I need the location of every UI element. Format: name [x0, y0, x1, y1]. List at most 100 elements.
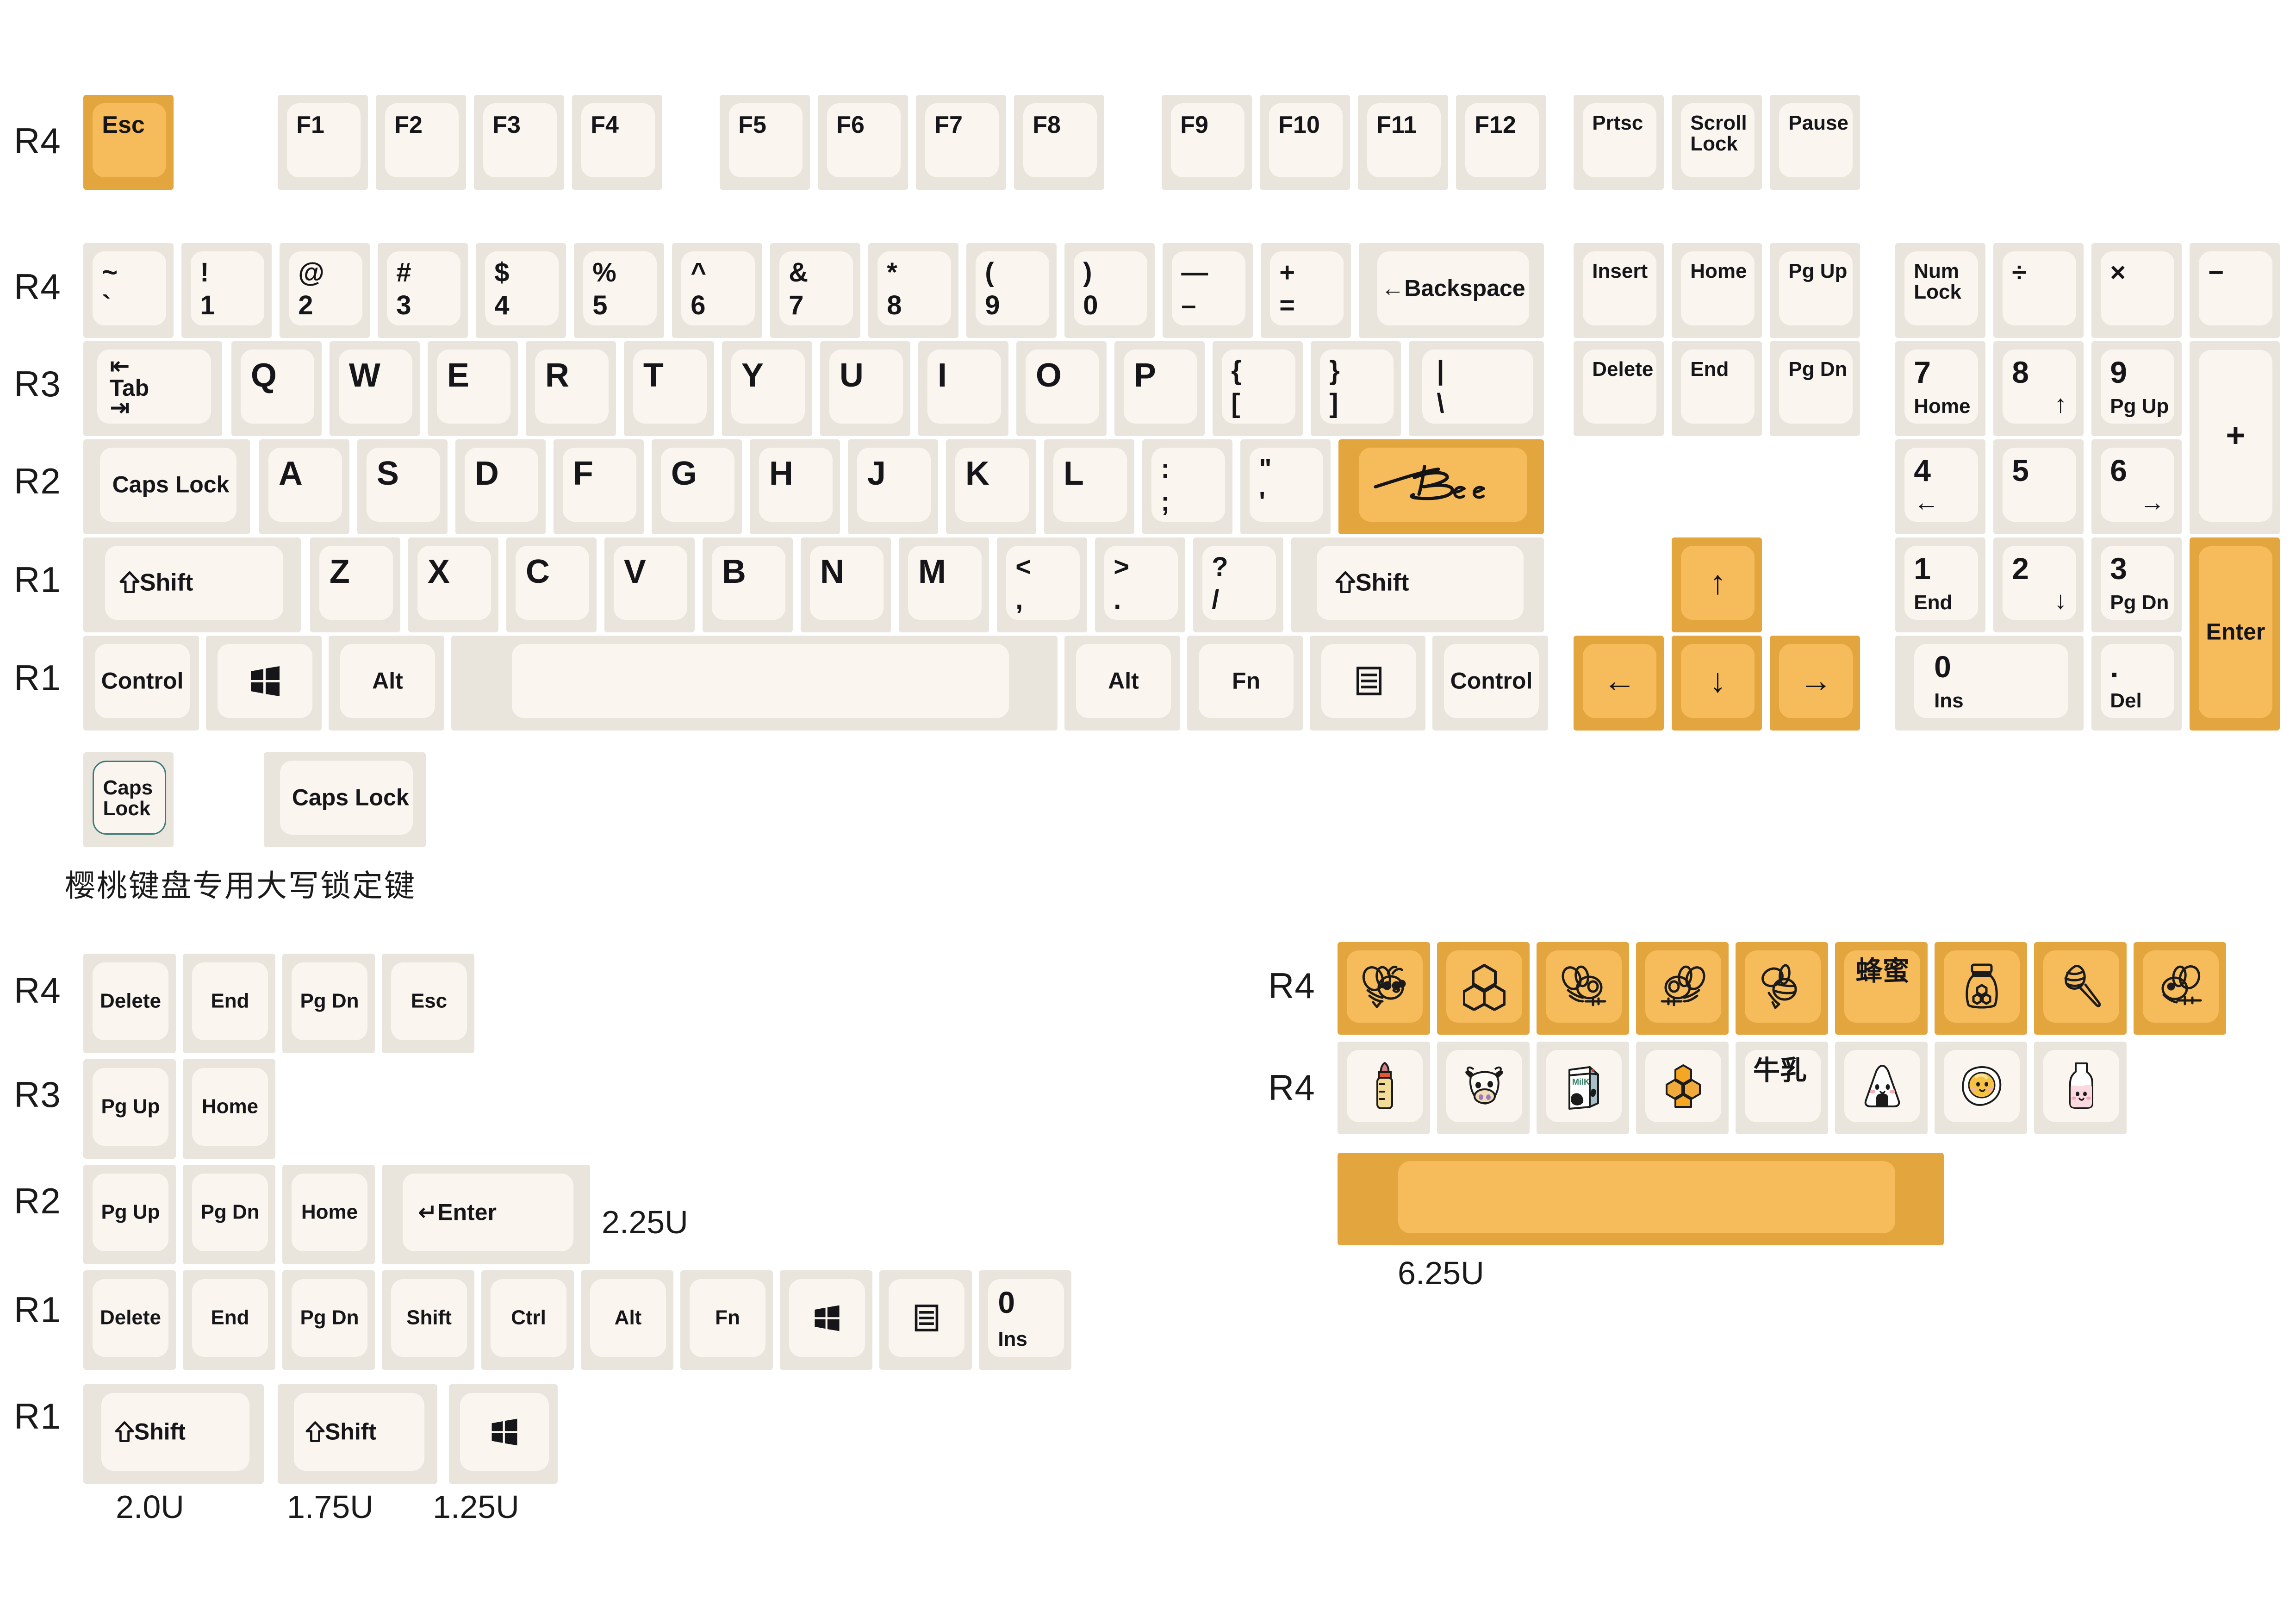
key-numpad-1[interactable]: 1 End	[1895, 537, 1985, 632]
key-insert[interactable]: Insert	[1574, 243, 1664, 338]
key-control-right[interactable]: Control	[1432, 636, 1548, 731]
key-numpad-9[interactable]: 9 Pg Up	[2091, 341, 2182, 436]
key-end[interactable]: End	[1672, 341, 1762, 436]
key-f3[interactable]: F3	[474, 95, 564, 190]
key-f8[interactable]: F8	[1014, 95, 1104, 190]
novelty-milk-carton[interactable]: MilK	[1537, 1042, 1629, 1134]
key-3[interactable]: #3	[378, 243, 468, 338]
key-numpad-minus[interactable]: −	[2190, 243, 2280, 338]
extra-key-delete-r1[interactable]: Delete	[83, 1270, 176, 1370]
novelty-fried-egg[interactable]	[1935, 1042, 2027, 1134]
extra-key-win-r1[interactable]	[780, 1270, 872, 1370]
key-menu[interactable]	[1310, 636, 1425, 731]
key-arrow-down[interactable]: ↓	[1672, 636, 1762, 731]
key-backslash[interactable]: | \	[1409, 341, 1544, 436]
key-l[interactable]: L	[1044, 439, 1134, 534]
extra-key-end-r1[interactable]: End	[183, 1270, 275, 1370]
key-w[interactable]: W	[330, 341, 420, 436]
key-win-left[interactable]	[206, 636, 322, 731]
key-scroll-lock[interactable]: Scroll Lock	[1672, 95, 1762, 190]
extra-key-pgdn[interactable]: Pg Dn	[282, 954, 375, 1053]
key-n[interactable]: N	[801, 537, 891, 632]
key-bracket-left[interactable]: {[	[1213, 341, 1303, 436]
key-numpad-plus[interactable]: +	[2190, 341, 2280, 534]
key-c[interactable]: C	[506, 537, 597, 632]
key-r[interactable]: R	[526, 341, 616, 436]
key-m[interactable]: M	[899, 537, 989, 632]
extra-key-pgdn-r2[interactable]: Pg Dn	[183, 1165, 275, 1264]
extra-key-win-125u[interactable]	[449, 1384, 558, 1484]
key-numpad-0[interactable]: 0 Ins	[1895, 636, 2084, 731]
extra-key-enter-225u[interactable]: ↵Enter	[382, 1165, 590, 1264]
key-f9[interactable]: F9	[1162, 95, 1252, 190]
key-pgup[interactable]: Pg Up	[1770, 243, 1860, 338]
extra-key-pgup-r2[interactable]: Pg Up	[83, 1165, 176, 1264]
key-minus[interactable]: — –	[1163, 243, 1253, 338]
key-j[interactable]: J	[848, 439, 938, 534]
extra-key-pgup-r3[interactable]: Pg Up	[83, 1059, 176, 1159]
key-4[interactable]: $4	[476, 243, 566, 338]
key-arrow-up[interactable]: ↑	[1672, 537, 1762, 632]
extra-key-pgdn-r1[interactable]: Pg Dn	[282, 1270, 375, 1370]
key-equal[interactable]: + =	[1261, 243, 1351, 338]
key-h[interactable]: H	[750, 439, 840, 534]
key-g[interactable]: G	[652, 439, 742, 534]
key-x[interactable]: X	[408, 537, 498, 632]
novelty-honey-dipper[interactable]	[2034, 942, 2127, 1035]
novelty-cow-face[interactable]	[1437, 1042, 1530, 1134]
extra-key-fn-r1[interactable]: Fn	[680, 1270, 773, 1370]
key-backspace[interactable]: ←Backspace	[1359, 243, 1544, 338]
key-t[interactable]: T	[624, 341, 714, 436]
extra-key-home-r3[interactable]: Home	[183, 1059, 275, 1159]
extra-key-delete[interactable]: Delete	[83, 954, 176, 1053]
key-esc[interactable]: Esc	[83, 95, 174, 190]
key-fn[interactable]: Fn	[1187, 636, 1303, 731]
key-numpad-2[interactable]: 2 ↓	[1993, 537, 2084, 632]
key-numpad-7[interactable]: 7 Home	[1895, 341, 1985, 436]
key-caps-variant-wide[interactable]: Caps Lock	[264, 752, 426, 847]
key-p[interactable]: P	[1114, 341, 1205, 436]
key-6[interactable]: ^ 6	[672, 243, 762, 338]
extra-key-end[interactable]: End	[183, 954, 275, 1053]
key-k[interactable]: K	[946, 439, 1036, 534]
key-pgdn[interactable]: Pg Dn	[1770, 341, 1860, 436]
key-z[interactable]: Z	[310, 537, 400, 632]
novelty-bee-wings[interactable]	[2134, 942, 2226, 1035]
key-numpad-multiply[interactable]: ×	[2091, 243, 2182, 338]
key-numpad-divide[interactable]: ÷	[1993, 243, 2084, 338]
key-9[interactable]: (9	[966, 243, 1057, 338]
key-enter-bee[interactable]: Bee	[1338, 439, 1544, 534]
key-a[interactable]: A	[259, 439, 349, 534]
key-semicolon[interactable]: :;	[1142, 439, 1232, 534]
key-alt-right[interactable]: Alt	[1064, 636, 1180, 731]
key-1[interactable]: ! 1	[181, 243, 272, 338]
key-5[interactable]: % 5	[574, 243, 664, 338]
key-f11[interactable]: F11	[1358, 95, 1448, 190]
extra-key-ctrl-r1[interactable]: Ctrl	[481, 1270, 574, 1370]
key-period[interactable]: >.	[1095, 537, 1185, 632]
key-i[interactable]: I	[918, 341, 1008, 436]
key-q[interactable]: Q	[231, 341, 322, 436]
key-f[interactable]: F	[554, 439, 644, 534]
key-s[interactable]: S	[357, 439, 448, 534]
novelty-bee-flying-right[interactable]	[1636, 942, 1729, 1035]
key-caps-variant-outlined[interactable]: Caps Lock	[83, 752, 174, 847]
extra-key-home-r2[interactable]: Home	[282, 1165, 375, 1264]
key-backtick[interactable]: ~ `	[83, 243, 174, 338]
key-f6[interactable]: F6	[818, 95, 908, 190]
novelty-honey-cn[interactable]: 蜂蜜	[1835, 942, 1928, 1035]
key-f2[interactable]: F2	[376, 95, 466, 190]
key-control-left[interactable]: Control	[83, 636, 199, 731]
key-home[interactable]: Home	[1672, 243, 1762, 338]
key-u[interactable]: U	[820, 341, 910, 436]
key-alt-left[interactable]: Alt	[329, 636, 444, 731]
key-f10[interactable]: F10	[1260, 95, 1350, 190]
novelty-milk-cn[interactable]: 牛乳	[1736, 1042, 1828, 1134]
key-pause[interactable]: Pause	[1770, 95, 1860, 190]
key-numpad-decimal[interactable]: . Del	[2091, 636, 2182, 731]
key-quote[interactable]: " '	[1240, 439, 1331, 534]
extra-key-shift-r1[interactable]: Shift	[382, 1270, 474, 1370]
key-arrow-right[interactable]: →	[1770, 636, 1860, 731]
key-e[interactable]: E	[428, 341, 518, 436]
key-f1[interactable]: F1	[278, 95, 368, 190]
